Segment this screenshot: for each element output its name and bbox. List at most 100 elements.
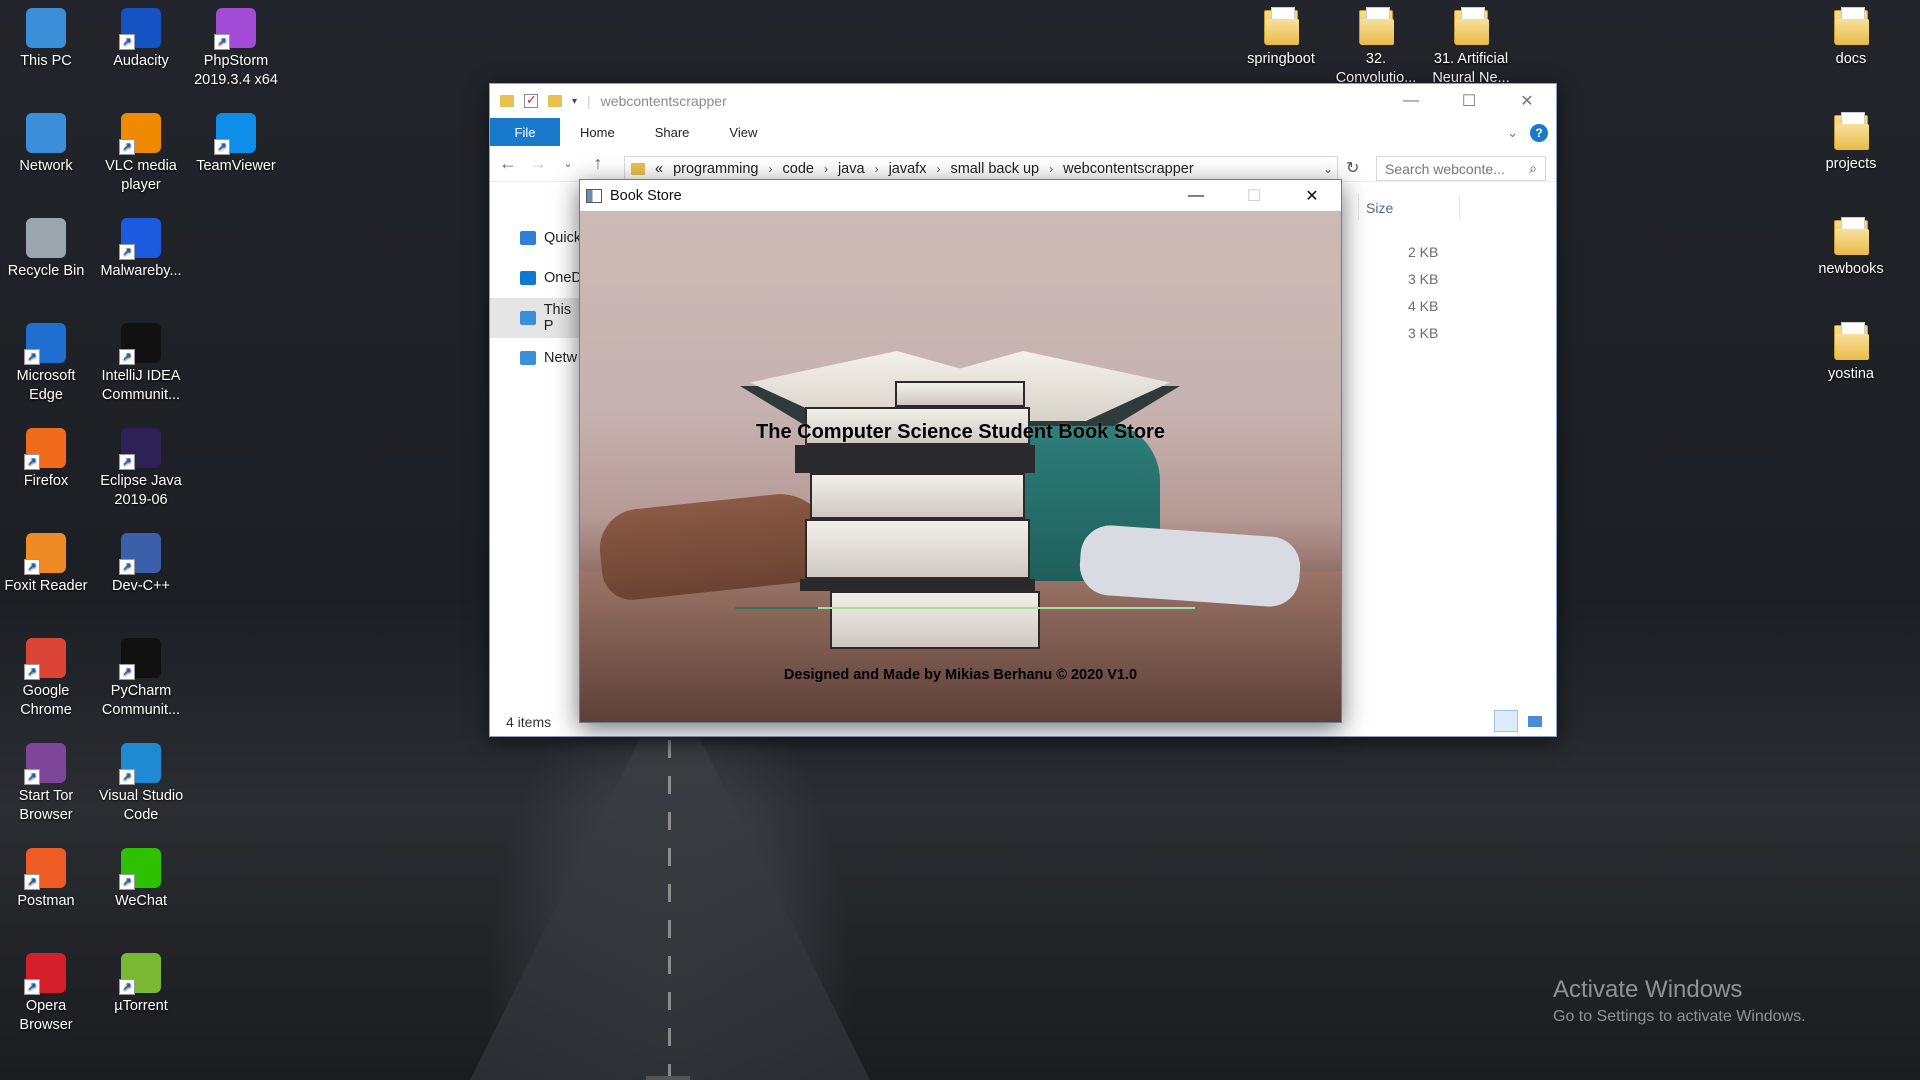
minimize-button[interactable]: —	[1382, 84, 1440, 118]
desktop-icon-yostina[interactable]: yostina	[1805, 322, 1897, 384]
sidebar-item-quick-access[interactable]: Quick	[490, 218, 584, 258]
column-divider[interactable]	[1358, 194, 1359, 220]
breadcrumb-java[interactable]: java	[838, 161, 865, 177]
desktop-icon-label: IntelliJ IDEA Communit...	[101, 368, 181, 403]
breadcrumb-programming[interactable]: programming	[673, 161, 758, 177]
loading-progress-bar	[735, 607, 1195, 609]
desktop-icon-projects[interactable]: projects	[1805, 112, 1897, 174]
maximize-button[interactable]: ☐	[1440, 84, 1498, 118]
back-arrow-icon[interactable]: ←	[498, 153, 518, 174]
desktop-icon-newbooks[interactable]: newbooks	[1805, 217, 1897, 279]
expand-ribbon-icon[interactable]: ⌄	[1507, 125, 1518, 141]
breadcrumb-webcontentscrapper[interactable]: webcontentscrapper	[1063, 161, 1194, 177]
desktop-icon-foxit-reader[interactable]: Foxit Reader	[0, 533, 92, 596]
help-icon[interactable]: ?	[1530, 124, 1548, 142]
desktop-icon-label: PyCharm Communit...	[101, 683, 181, 718]
book-store-window[interactable]: Book Store — ☐ ✕ The Computer Science St…	[579, 179, 1342, 723]
tab-share[interactable]: Share	[635, 118, 710, 146]
desktop-icon-opera-browser[interactable]: Opera Browser	[0, 953, 92, 1035]
desktop-icon-springboot[interactable]: springboot	[1235, 7, 1327, 69]
chrome-icon	[24, 638, 66, 680]
sidebar-item-label: Quick	[544, 230, 582, 246]
chevron-right-icon[interactable]: ›	[824, 162, 828, 176]
desktop-icon-recycle-bin[interactable]: Recycle Bin	[0, 218, 92, 281]
details-view-icon[interactable]	[1494, 710, 1518, 732]
desktop-icon-pycharm-communit[interactable]: PyCharm Communit...	[95, 638, 187, 720]
desktop-icon-32-convolutio[interactable]: 32. Convolutio...	[1330, 7, 1422, 88]
opera-icon	[24, 953, 66, 995]
file-size-cell[interactable]: 2 KB	[1408, 239, 1438, 266]
desktop-icon-visual-studio-code[interactable]: Visual Studio Code	[95, 743, 187, 825]
large-icons-view-icon[interactable]	[1522, 710, 1546, 732]
customize-toolbar-icon[interactable]: ▾	[572, 96, 577, 107]
tab-home[interactable]: Home	[560, 118, 635, 146]
tab-view[interactable]: View	[709, 118, 777, 146]
breadcrumb-overflow[interactable]: «	[655, 161, 663, 177]
desktop-icon-docs[interactable]: docs	[1805, 7, 1897, 69]
desktop-icon-label: µTorrent	[114, 998, 168, 1014]
column-divider[interactable]	[1459, 194, 1460, 220]
desktop-icon-dev-c[interactable]: Dev-C++	[95, 533, 187, 596]
desktop-icon-start-tor-browser[interactable]: Start Tor Browser	[0, 743, 92, 825]
search-input[interactable]: Search webconte... ⌕	[1376, 156, 1546, 181]
file-size-cell[interactable]: 3 KB	[1408, 320, 1438, 347]
desktop-icon-phpstorm-2019-3-4-x64[interactable]: PhpStorm 2019.3.4 x64	[190, 8, 282, 90]
address-bar[interactable]: « programming › code › java › javafx › s…	[624, 156, 1338, 181]
desktop-icon--torrent[interactable]: µTorrent	[95, 953, 187, 1016]
sidebar-item-network[interactable]: Netw	[490, 338, 584, 378]
minimize-button[interactable]: —	[1167, 180, 1225, 211]
desktop-icon-google-chrome[interactable]: Google Chrome	[0, 638, 92, 720]
folder-icon	[1834, 322, 1869, 360]
desktop-icon-label: WeChat	[114, 893, 168, 909]
desktop-icon-label: docs	[1835, 51, 1867, 67]
breadcrumb-javafx[interactable]: javafx	[889, 161, 927, 177]
dev-cpp-icon	[119, 533, 161, 575]
desktop-icon-label: springboot	[1247, 51, 1315, 67]
chevron-right-icon[interactable]: ›	[936, 162, 940, 176]
desktop-icon-postman[interactable]: Postman	[0, 848, 92, 911]
chevron-right-icon[interactable]: ›	[1049, 162, 1053, 176]
chevron-right-icon[interactable]: ›	[769, 162, 773, 176]
desktop-icon-this-pc[interactable]: This PC	[0, 8, 92, 71]
close-button[interactable]: ✕	[1498, 84, 1556, 118]
close-button[interactable]: ✕	[1283, 180, 1341, 211]
desktop-icon-label: Visual Studio Code	[98, 788, 184, 823]
desktop-icon-wechat[interactable]: WeChat	[95, 848, 187, 911]
file-size-cell[interactable]: 4 KB	[1408, 293, 1438, 320]
desktop-icon-network[interactable]: Network	[0, 113, 92, 176]
search-icon[interactable]: ⌕	[1529, 160, 1537, 177]
file-size-cell[interactable]: 3 KB	[1408, 266, 1438, 293]
new-folder-icon[interactable]	[548, 95, 562, 107]
utorrent-icon	[119, 953, 161, 995]
desktop-icon-microsoft-edge[interactable]: Microsoft Edge	[0, 323, 92, 405]
recent-locations-icon[interactable]: ⌄	[558, 157, 578, 170]
desktop-icon-vlc-media-player[interactable]: VLC media player	[95, 113, 187, 195]
sidebar-item-this-pc[interactable]: This P	[490, 298, 584, 338]
desktop-icon-eclipse-java-2019-06[interactable]: Eclipse Java 2019-06	[95, 428, 187, 510]
desktop-icon-teamviewer[interactable]: TeamViewer	[190, 113, 282, 176]
breadcrumb-small-back-up[interactable]: small back up	[950, 161, 1039, 177]
explorer-title-bar[interactable]: ▾ | webcontentscrapper — ☐ ✕	[490, 84, 1556, 118]
desktop-icon-malwareby[interactable]: Malwareby...	[95, 218, 187, 281]
desktop-icon-audacity[interactable]: Audacity	[95, 8, 187, 71]
folder-icon	[1834, 217, 1869, 255]
folder-icon	[500, 95, 514, 107]
properties-icon[interactable]	[524, 92, 538, 108]
breadcrumb-code[interactable]: code	[783, 161, 814, 177]
desktop-icon-label: Foxit Reader	[4, 578, 88, 594]
up-arrow-icon[interactable]: ↑	[588, 153, 608, 174]
sidebar-item-onedrive[interactable]: OneD	[490, 258, 584, 298]
desktop-icon-31-artificial-neural-ne[interactable]: 31. Artificial Neural Ne...	[1425, 7, 1517, 88]
address-dropdown-icon[interactable]: ⌄	[1323, 162, 1333, 176]
desktop-icon-label: Dev-C++	[111, 578, 171, 594]
pycharm-icon	[119, 638, 161, 680]
tab-file[interactable]: File	[490, 118, 560, 146]
desktop-icon-intellij-idea-communit[interactable]: IntelliJ IDEA Communit...	[95, 323, 187, 405]
status-item-count: 4 items	[506, 714, 552, 730]
desktop-icon-firefox[interactable]: Firefox	[0, 428, 92, 491]
chevron-right-icon[interactable]: ›	[875, 162, 879, 176]
forward-arrow-icon[interactable]: →	[528, 153, 548, 174]
column-header-size[interactable]: Size	[1366, 200, 1393, 216]
book-store-title-bar[interactable]: Book Store — ☐ ✕	[580, 180, 1341, 211]
refresh-icon[interactable]: ↻	[1346, 158, 1359, 178]
